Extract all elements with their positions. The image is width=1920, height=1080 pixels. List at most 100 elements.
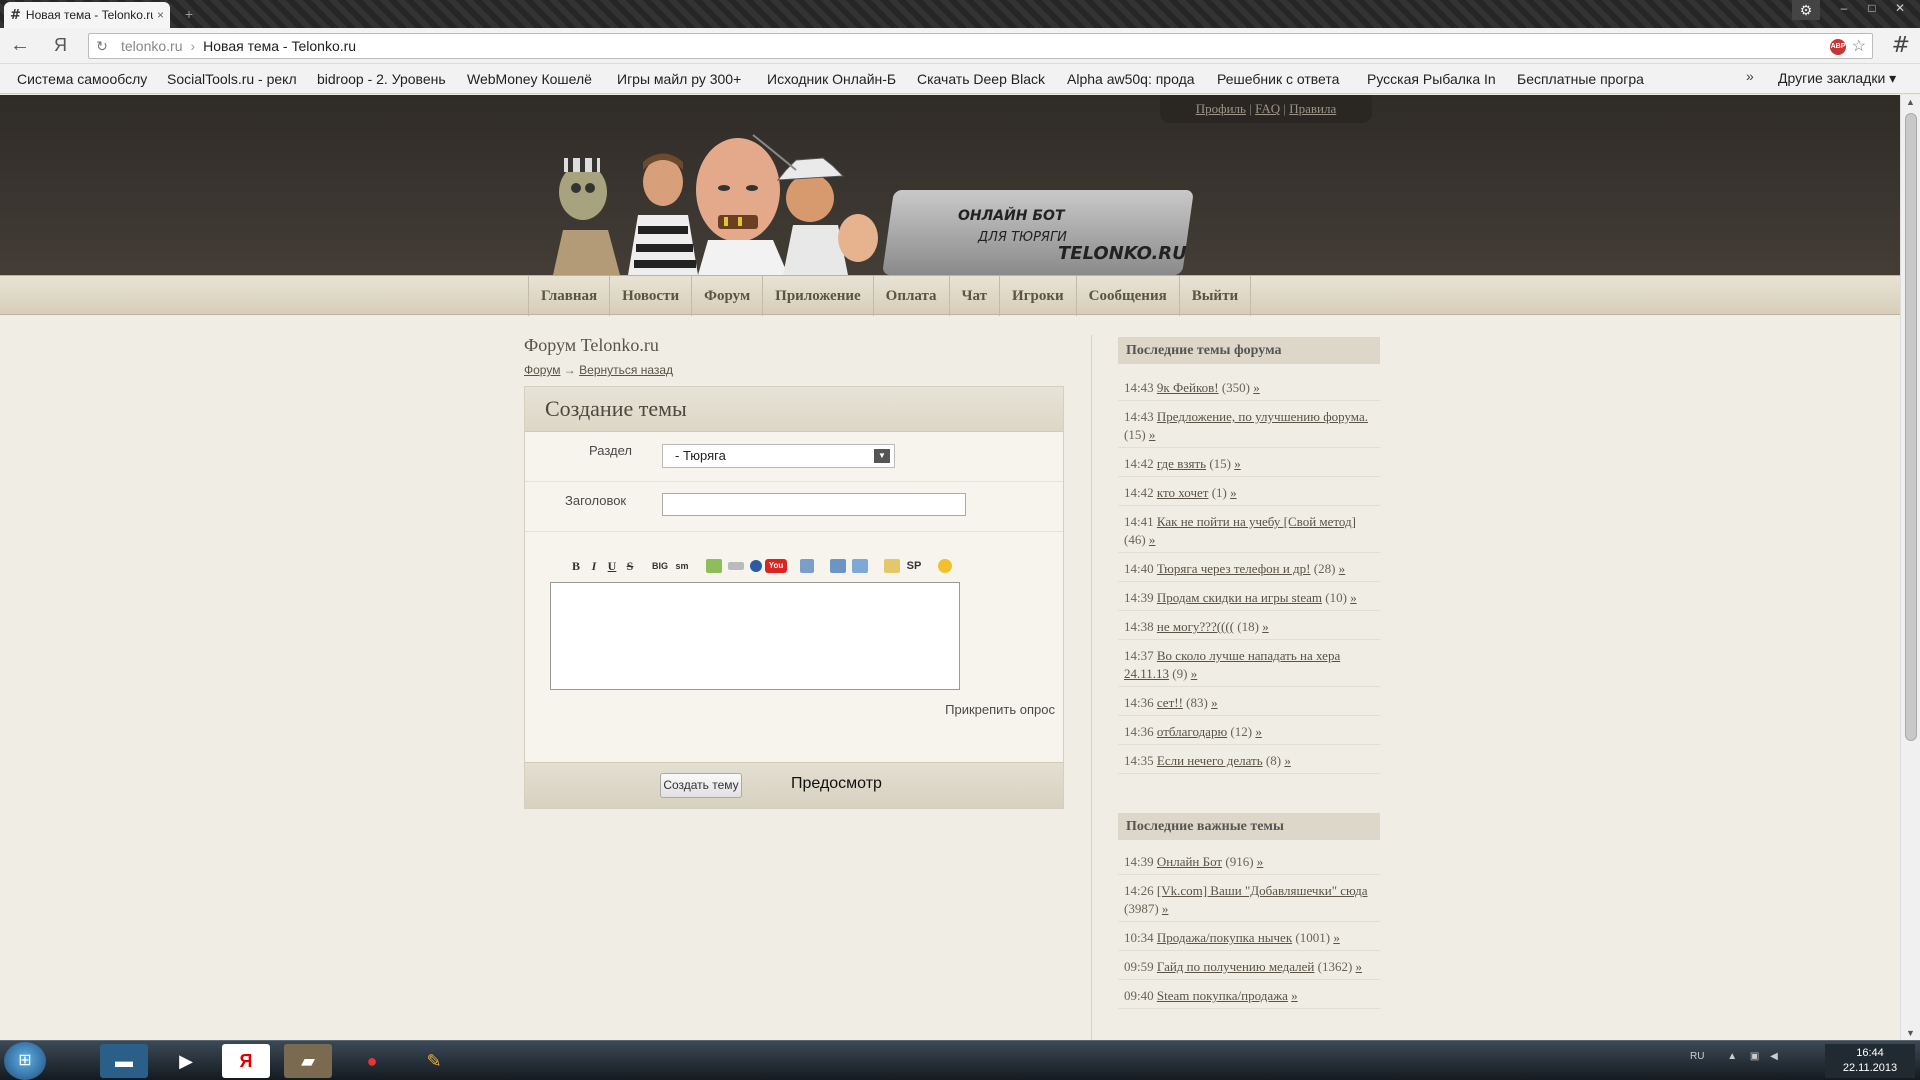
bookmark-item[interactable]: Alpha aw50q: прода xyxy=(1050,71,1200,87)
bookmark-item[interactable]: Исходник Онлайн-Б xyxy=(750,71,900,87)
nav-logout[interactable]: Выйти xyxy=(1178,276,1252,316)
taskbar-game-icon[interactable]: ▰ xyxy=(284,1044,332,1078)
small-text-button[interactable]: sm xyxy=(671,561,693,571)
title-input[interactable] xyxy=(662,493,966,516)
topic-last-post-link[interactable]: » xyxy=(1211,695,1218,710)
code-icon[interactable] xyxy=(852,559,868,573)
topic-link[interactable]: Steam покупка/продажа xyxy=(1157,988,1288,1003)
topic-last-post-link[interactable]: » xyxy=(1356,959,1363,974)
tab-close-icon[interactable]: × xyxy=(157,8,164,22)
close-window-icon[interactable]: ✕ xyxy=(1886,0,1914,18)
topic-link[interactable]: не могу???(((( xyxy=(1157,619,1234,634)
breadcrumb-back-link[interactable]: Вернуться назад xyxy=(579,363,673,377)
back-arrow-icon[interactable]: ← xyxy=(10,34,30,57)
topic-link[interactable]: [Vk.com] Ваши "Добавляшечки" сюда xyxy=(1157,883,1368,898)
bookmark-item[interactable]: WebMoney Кошелё xyxy=(450,71,600,87)
volume-icon[interactable]: ◀ xyxy=(1770,1051,1778,1062)
topic-link[interactable]: Продажа/покупка нычек xyxy=(1157,930,1292,945)
topic-link[interactable]: Предложение, по улучшению форума. xyxy=(1157,409,1368,424)
nav-home[interactable]: Главная xyxy=(528,276,609,316)
language-indicator[interactable]: RU xyxy=(1690,1051,1704,1062)
topic-link[interactable]: сет!! xyxy=(1157,695,1183,710)
chevron-down-icon[interactable]: ▼ xyxy=(874,449,890,463)
adblock-icon[interactable]: ABP xyxy=(1830,39,1846,55)
taskbar-app-icon[interactable]: ▬ xyxy=(100,1044,148,1078)
topic-last-post-link[interactable]: » xyxy=(1350,590,1357,605)
topic-last-post-link[interactable]: » xyxy=(1255,724,1262,739)
scrollbar-thumb[interactable] xyxy=(1905,113,1917,741)
topic-last-post-link[interactable]: » xyxy=(1262,619,1269,634)
topic-last-post-link[interactable]: » xyxy=(1257,854,1264,869)
link-icon[interactable] xyxy=(728,562,744,570)
faq-link[interactable]: FAQ xyxy=(1255,101,1280,116)
bookmark-item[interactable]: Скачать Deep Black xyxy=(900,71,1050,87)
underline-button[interactable]: U xyxy=(603,559,621,574)
strike-button[interactable]: S xyxy=(621,559,639,574)
maximize-icon[interactable]: □ xyxy=(1858,0,1886,18)
topic-link[interactable]: Если нечего делать xyxy=(1157,753,1263,768)
yandex-icon[interactable]: Я xyxy=(54,35,67,56)
topic-last-post-link[interactable]: » xyxy=(1162,901,1169,916)
preview-button[interactable]: Предосмотр xyxy=(791,775,882,793)
image-icon[interactable] xyxy=(706,559,722,573)
topic-last-post-link[interactable]: » xyxy=(1291,988,1298,1003)
flash-icon[interactable] xyxy=(750,560,762,572)
bookmark-item[interactable]: SocialTools.ru - рекл xyxy=(150,71,300,87)
topic-last-post-link[interactable]: » xyxy=(1230,485,1237,500)
topic-link[interactable]: Как не пойти на учебу [Свой метод] xyxy=(1157,514,1356,529)
profile-link[interactable]: Профиль xyxy=(1196,101,1246,116)
smiley-icon[interactable] xyxy=(938,559,952,573)
topic-link[interactable]: 9к Фейков! xyxy=(1157,380,1219,395)
topic-link[interactable]: отблагодарю xyxy=(1157,724,1227,739)
attach-poll-link[interactable]: Прикрепить опрос xyxy=(945,702,1055,717)
bookmark-item[interactable]: Игры майл ру 300+ xyxy=(600,71,750,87)
nav-news[interactable]: Новости xyxy=(609,276,691,316)
topic-link[interactable]: Тюряга через телефон и др! xyxy=(1157,561,1311,576)
minimize-icon[interactable]: – xyxy=(1830,0,1858,18)
nav-app[interactable]: Приложение xyxy=(762,276,872,316)
taskbar-media-icon[interactable]: ▶ xyxy=(162,1044,210,1078)
other-bookmarks[interactable]: Другие закладки ▾ xyxy=(1778,70,1896,87)
nav-players[interactable]: Игроки xyxy=(999,276,1076,316)
nav-forum[interactable]: Форум xyxy=(691,276,762,316)
nav-messages[interactable]: Сообщения xyxy=(1075,276,1179,316)
section-select[interactable]: - Тюряга ▼ xyxy=(662,444,895,468)
topic-link[interactable]: Онлайн Бот xyxy=(1157,854,1222,869)
spoiler-button[interactable]: SP xyxy=(903,560,925,572)
reload-icon[interactable]: ↻ xyxy=(89,38,115,55)
nav-chat[interactable]: Чат xyxy=(948,276,1000,316)
youtube-icon[interactable]: You xyxy=(765,559,787,573)
browser-menu-icon[interactable]: # xyxy=(1892,33,1910,58)
breadcrumb-forum-link[interactable]: Форум xyxy=(524,363,560,377)
topic-last-post-link[interactable]: » xyxy=(1149,427,1156,442)
topic-last-post-link[interactable]: » xyxy=(1234,456,1241,471)
topic-link[interactable]: Во сколо лучше нападать на хера 24.11.13 xyxy=(1124,648,1340,681)
message-textarea[interactable] xyxy=(550,582,960,690)
new-tab-button[interactable]: + xyxy=(178,6,200,22)
bookmark-item[interactable]: Система самообслу xyxy=(0,71,150,87)
bold-button[interactable]: B xyxy=(567,559,585,574)
tray-arrow-icon[interactable]: ▲ xyxy=(1727,1051,1737,1062)
topic-last-post-link[interactable]: » xyxy=(1333,930,1340,945)
topic-last-post-link[interactable]: » xyxy=(1191,666,1198,681)
create-topic-button[interactable]: Создать тему xyxy=(660,773,742,798)
address-bar[interactable]: ↻ telonko.ru › Новая тема - Telonko.ru A… xyxy=(88,33,1873,59)
topic-link[interactable]: кто хочет xyxy=(1157,485,1209,500)
topic-last-post-link[interactable]: » xyxy=(1149,532,1156,547)
taskbar-yandex-icon[interactable]: Я xyxy=(222,1044,270,1078)
bookmark-star-icon[interactable]: ☆ xyxy=(1852,36,1866,56)
rules-link[interactable]: Правила xyxy=(1289,101,1336,116)
taskbar-paint-icon[interactable]: ✎ xyxy=(410,1044,458,1078)
topic-link[interactable]: где взять xyxy=(1157,456,1206,471)
network-icon[interactable]: ▣ xyxy=(1750,1051,1759,1062)
big-text-button[interactable]: BIG xyxy=(649,561,671,571)
clock[interactable]: 16:44 22.11.2013 xyxy=(1825,1044,1915,1078)
bookmark-item[interactable]: Бесплатные програ xyxy=(1500,71,1650,87)
vertical-scrollbar[interactable]: ▲ ▼ xyxy=(1900,95,1920,1040)
list-icon[interactable] xyxy=(800,559,814,573)
start-button-icon[interactable]: ⊞ xyxy=(4,1042,46,1080)
quote-icon[interactable] xyxy=(830,559,846,573)
topic-link[interactable]: Гайд по получению медалей xyxy=(1157,959,1315,974)
topic-last-post-link[interactable]: » xyxy=(1339,561,1346,576)
gear-icon[interactable]: ⚙ xyxy=(1792,0,1820,20)
